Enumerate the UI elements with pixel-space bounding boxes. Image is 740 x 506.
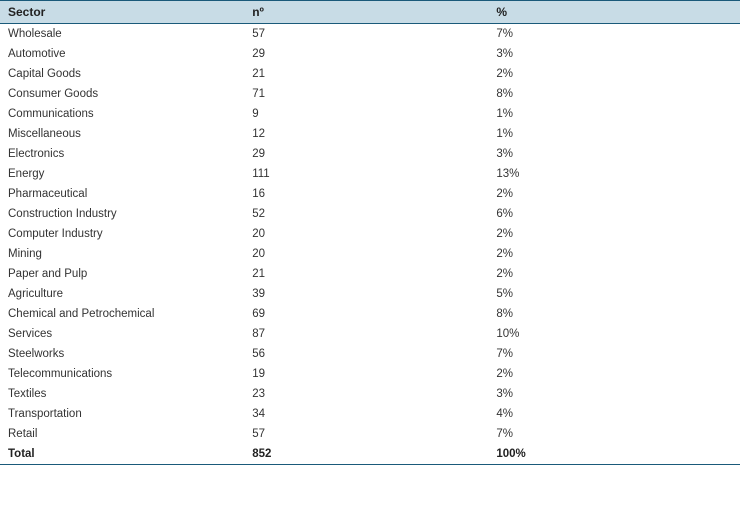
cell-sector: Automotive [0, 44, 244, 64]
table-row: Wholesale577% [0, 24, 740, 45]
cell-sector: Telecommunications [0, 364, 244, 384]
table-row: Computer Industry202% [0, 224, 740, 244]
cell-sector: Electronics [0, 144, 244, 164]
table-row: Transportation344% [0, 404, 740, 424]
cell-sector: Services [0, 324, 244, 344]
cell-pct: 4% [488, 404, 740, 424]
table-row: Textiles233% [0, 384, 740, 404]
table-row: Construction Industry526% [0, 204, 740, 224]
table-row: Electronics293% [0, 144, 740, 164]
cell-pct: 7% [488, 424, 740, 444]
table-row: Paper and Pulp212% [0, 264, 740, 284]
cell-sector: Mining [0, 244, 244, 264]
cell-pct: 10% [488, 324, 740, 344]
cell-sector: Retail [0, 424, 244, 444]
cell-n: 52 [244, 204, 488, 224]
cell-n: 56 [244, 344, 488, 364]
cell-n: 111 [244, 164, 488, 184]
table-row: Energy11113% [0, 164, 740, 184]
cell-sector: Pharmaceutical [0, 184, 244, 204]
cell-sector: Transportation [0, 404, 244, 424]
sector-table: Sector nº % Wholesale577%Automotive293%C… [0, 1, 740, 464]
cell-pct: 6% [488, 204, 740, 224]
total-label: Total [0, 444, 244, 464]
cell-pct: 2% [488, 224, 740, 244]
cell-sector: Agriculture [0, 284, 244, 304]
header-n: nº [244, 1, 488, 24]
table-row: Agriculture395% [0, 284, 740, 304]
table-row: Miscellaneous121% [0, 124, 740, 144]
cell-n: 12 [244, 124, 488, 144]
cell-n: 57 [244, 24, 488, 45]
table-row: Communications91% [0, 104, 740, 124]
cell-sector: Capital Goods [0, 64, 244, 84]
cell-n: 16 [244, 184, 488, 204]
cell-pct: 2% [488, 244, 740, 264]
cell-sector: Consumer Goods [0, 84, 244, 104]
table-row: Chemical and Petrochemical698% [0, 304, 740, 324]
cell-n: 29 [244, 144, 488, 164]
cell-n: 20 [244, 224, 488, 244]
cell-pct: 3% [488, 384, 740, 404]
cell-n: 29 [244, 44, 488, 64]
cell-n: 19 [244, 364, 488, 384]
cell-pct: 2% [488, 64, 740, 84]
cell-n: 57 [244, 424, 488, 444]
cell-n: 69 [244, 304, 488, 324]
table-row: Telecommunications192% [0, 364, 740, 384]
cell-n: 21 [244, 64, 488, 84]
cell-n: 87 [244, 324, 488, 344]
cell-pct: 3% [488, 44, 740, 64]
cell-n: 34 [244, 404, 488, 424]
cell-sector: Construction Industry [0, 204, 244, 224]
total-pct: 100% [488, 444, 740, 464]
cell-n: 71 [244, 84, 488, 104]
cell-sector: Miscellaneous [0, 124, 244, 144]
cell-n: 39 [244, 284, 488, 304]
cell-pct: 1% [488, 124, 740, 144]
table-row: Pharmaceutical162% [0, 184, 740, 204]
cell-pct: 13% [488, 164, 740, 184]
cell-pct: 2% [488, 364, 740, 384]
cell-pct: 8% [488, 84, 740, 104]
cell-pct: 8% [488, 304, 740, 324]
table-row: Consumer Goods718% [0, 84, 740, 104]
table-row: Automotive293% [0, 44, 740, 64]
cell-sector: Computer Industry [0, 224, 244, 244]
cell-sector: Textiles [0, 384, 244, 404]
table-row: Steelworks567% [0, 344, 740, 364]
cell-n: 21 [244, 264, 488, 284]
sector-table-container: Sector nº % Wholesale577%Automotive293%C… [0, 0, 740, 465]
cell-pct: 5% [488, 284, 740, 304]
header-pct: % [488, 1, 740, 24]
table-header-row: Sector nº % [0, 1, 740, 24]
cell-sector: Steelworks [0, 344, 244, 364]
table-total-row: Total 852 100% [0, 444, 740, 464]
cell-sector: Communications [0, 104, 244, 124]
cell-n: 9 [244, 104, 488, 124]
cell-pct: 7% [488, 24, 740, 45]
cell-pct: 1% [488, 104, 740, 124]
table-row: Retail577% [0, 424, 740, 444]
cell-pct: 3% [488, 144, 740, 164]
cell-sector: Wholesale [0, 24, 244, 45]
table-row: Services8710% [0, 324, 740, 344]
cell-sector: Paper and Pulp [0, 264, 244, 284]
table-row: Capital Goods212% [0, 64, 740, 84]
cell-sector: Energy [0, 164, 244, 184]
table-row: Mining202% [0, 244, 740, 264]
cell-sector: Chemical and Petrochemical [0, 304, 244, 324]
cell-pct: 7% [488, 344, 740, 364]
cell-n: 20 [244, 244, 488, 264]
table-body: Wholesale577%Automotive293%Capital Goods… [0, 24, 740, 445]
cell-pct: 2% [488, 264, 740, 284]
total-n: 852 [244, 444, 488, 464]
cell-n: 23 [244, 384, 488, 404]
header-sector: Sector [0, 1, 244, 24]
cell-pct: 2% [488, 184, 740, 204]
